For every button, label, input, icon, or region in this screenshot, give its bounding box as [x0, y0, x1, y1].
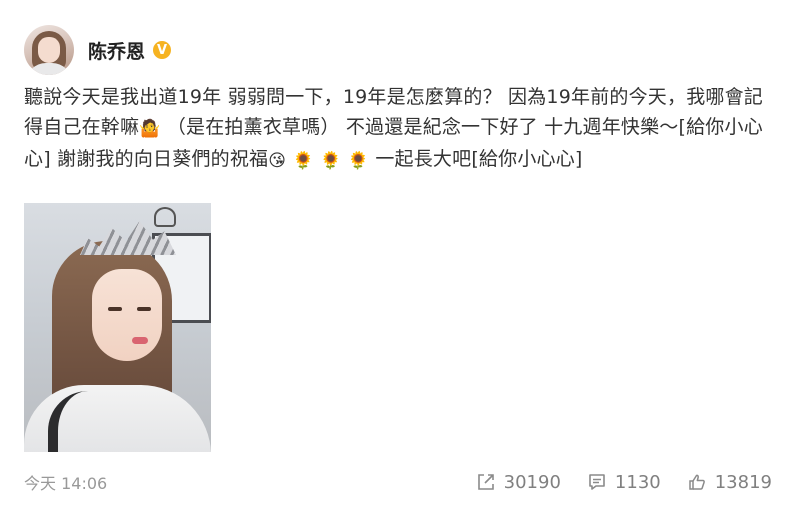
like-button[interactable]: 13819: [687, 472, 772, 493]
username[interactable]: 陈乔恩: [88, 37, 145, 64]
shrug-emoji-icon: 🤷: [139, 119, 161, 139]
sunflower-emoji-icon: 🌻: [320, 151, 342, 171]
thumbs-up-icon: [688, 474, 705, 490]
post-header: 陈乔恩 V: [24, 24, 172, 76]
repost-count: 30190: [503, 471, 561, 493]
comment-button[interactable]: 1130: [587, 472, 661, 493]
post-actions: 30190 1130 13819: [450, 472, 772, 493]
repost-icon: [477, 474, 494, 490]
comment-icon: [589, 474, 605, 490]
repost-button[interactable]: 30190: [476, 472, 561, 493]
sunflower-emoji-icon: 🌻: [347, 151, 370, 171]
post-timestamp[interactable]: 今天 14:06: [24, 470, 107, 494]
post-photo[interactable]: [24, 203, 211, 452]
comment-count: 1130: [614, 471, 661, 493]
post-footer: 今天 14:06 30190 1130 13819: [24, 466, 772, 498]
verified-badge-icon: V: [153, 41, 172, 59]
post-text-part3: 一起長大吧[給你小心心]: [369, 148, 583, 170]
like-count: 13819: [714, 471, 772, 493]
kiss-emoji-icon: 😘: [268, 151, 287, 171]
weibo-post-card: 陈乔恩 V 聽說今天是我出道19年 弱弱問一下，19年是怎麼算的？ 因為19年前…: [0, 0, 795, 521]
post-text: 聽說今天是我出道19年 弱弱問一下，19年是怎麼算的？ 因為19年前的今天，我哪…: [24, 82, 772, 176]
avatar[interactable]: [24, 25, 74, 75]
sunflower-emoji-icon: 🌻: [292, 151, 314, 171]
